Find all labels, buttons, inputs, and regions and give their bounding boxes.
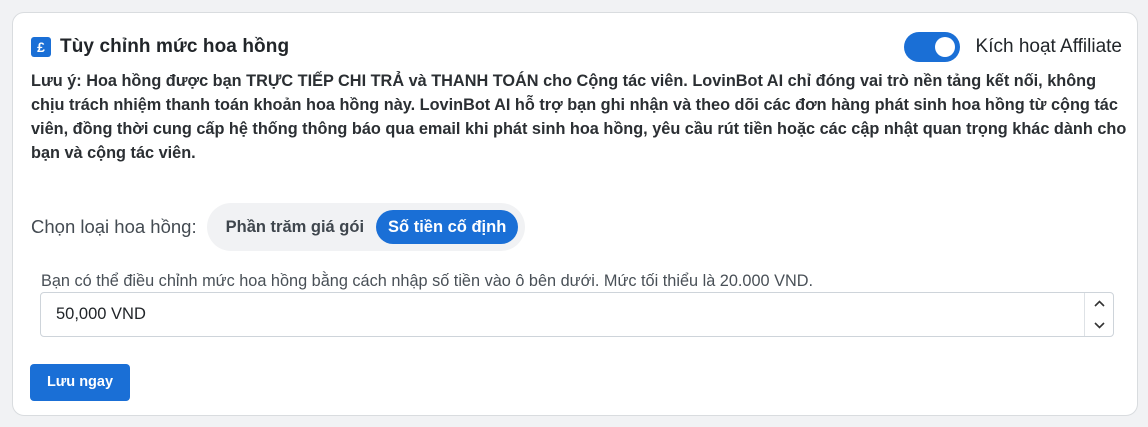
option-fixed-amount[interactable]: Số tiền cố định <box>376 210 519 244</box>
amount-input-box: 50,000 VND <box>40 292 1114 337</box>
commission-settings-card: £ Tùy chỉnh mức hoa hồng Kích hoạt Affil… <box>12 12 1138 416</box>
commission-type-label: Chọn loại hoa hồng: <box>31 216 197 237</box>
commission-note: Lưu ý: Hoa hồng được bạn TRỰC TIẾP CHI T… <box>31 72 1127 162</box>
toggle-knob <box>934 37 955 57</box>
affiliate-toggle-label: Kích hoạt Affiliate <box>975 36 1122 57</box>
amount-hint: Bạn có thể điều chỉnh mức hoa hồng bằng … <box>41 272 813 290</box>
option-percentage[interactable]: Phần trăm giá gói <box>214 210 376 244</box>
increment-button[interactable] <box>1085 293 1113 315</box>
pound-currency-icon: £ <box>31 37 51 57</box>
chevron-down-icon <box>1093 322 1105 329</box>
decrement-button[interactable] <box>1085 315 1113 337</box>
commission-type-row: Chọn loại hoa hồng: Phần trăm giá gói Số… <box>31 203 526 251</box>
amount-stepper <box>1084 293 1113 336</box>
affiliate-toggle-group: Kích hoạt Affiliate <box>903 32 1125 62</box>
title-group: £ Tùy chỉnh mức hoa hồng <box>31 36 289 58</box>
chevron-up-icon <box>1093 300 1105 307</box>
page-title: Tùy chỉnh mức hoa hồng <box>60 36 290 57</box>
commission-type-segmented-control: Phần trăm giá gói Số tiền cố định <box>206 203 526 251</box>
amount-input[interactable]: 50,000 VND <box>41 293 1084 336</box>
card-header: £ Tùy chỉnh mức hoa hồng Kích hoạt Affil… <box>31 32 1125 62</box>
save-button[interactable]: Lưu ngay <box>30 364 130 401</box>
affiliate-toggle[interactable] <box>903 32 960 62</box>
